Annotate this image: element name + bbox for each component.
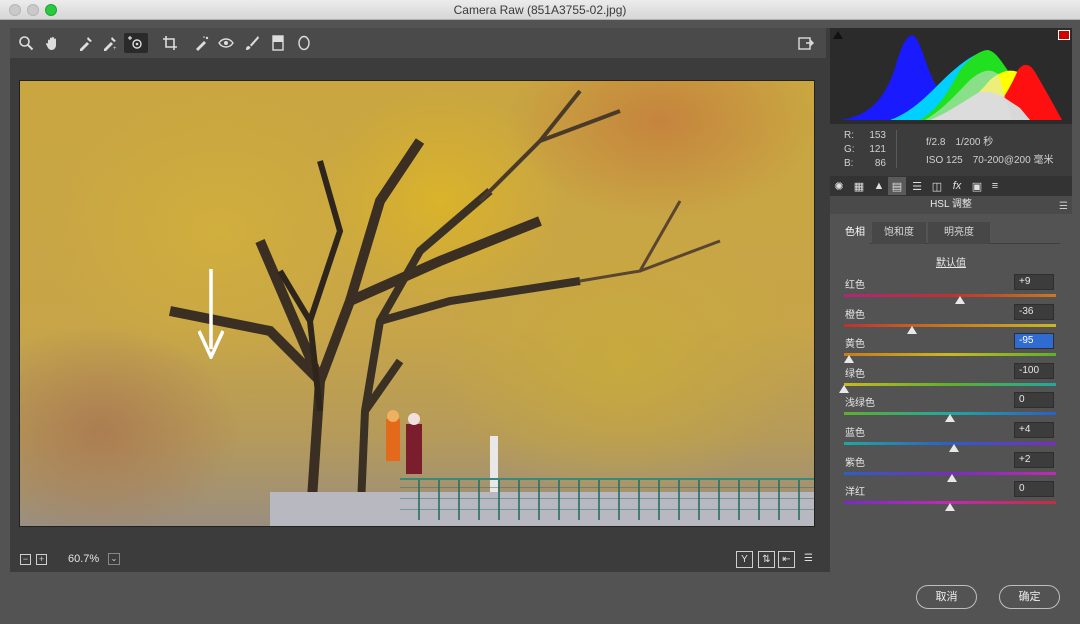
arrow-down-icon: [198, 269, 224, 359]
open-preferences-icon[interactable]: [796, 33, 816, 53]
toggle-settings-icon[interactable]: ☰: [800, 551, 817, 568]
shadow-clipping-warning-icon[interactable]: [833, 31, 843, 39]
zoom-level: 60.7%: [68, 553, 100, 565]
slider-track[interactable]: [844, 382, 1056, 386]
shutter-speed: 1/200 秒: [955, 137, 994, 148]
radial-filter-tool-icon[interactable]: [294, 33, 314, 53]
slider-thumb[interactable]: [945, 414, 955, 423]
title-bar: Camera Raw (851A3755-02.jpg): [0, 0, 1080, 20]
slider-thumb[interactable]: [839, 384, 849, 393]
slider-label: 浅绿色: [845, 398, 875, 410]
slider-value-field[interactable]: -95: [1014, 333, 1054, 350]
slider-thumb[interactable]: [906, 325, 917, 334]
slider-track[interactable]: [844, 323, 1056, 327]
slider-track[interactable]: [844, 294, 1056, 297]
swap-settings-icon[interactable]: ⇅: [758, 551, 775, 568]
panel-tabs: ✺ ▦ ▲ ▤ ☰ ◫ fx ▣ ≡: [830, 176, 1072, 196]
tab-saturation[interactable]: 饱和度: [872, 222, 926, 244]
copy-settings-icon[interactable]: ⇤: [778, 551, 795, 568]
rgb-camera-info: R: 153 G: 121 B: 86 f/2.8 1/200 秒 ISO 125 70-…: [830, 124, 1072, 174]
slider-thumb[interactable]: [949, 444, 960, 452]
slider-value-field[interactable]: -36: [1014, 303, 1054, 320]
tree-silhouettes: [169, 89, 721, 526]
slider-value-field[interactable]: 0: [1014, 392, 1054, 409]
iso: ISO 125: [926, 155, 963, 166]
highlight-clipping-warning-icon[interactable]: [1058, 30, 1070, 40]
status-bar: − + 60.7% ⌄ Y ⇅ ⇤ ☰: [10, 548, 826, 572]
g-value: 121: [869, 144, 886, 155]
white-balance-tool-icon[interactable]: [76, 33, 96, 53]
spot-removal-tool-icon[interactable]: [192, 33, 212, 53]
basic-panel-icon[interactable]: ✺: [830, 177, 848, 195]
slider-value-field[interactable]: +9: [1014, 274, 1054, 290]
histogram: [830, 28, 1072, 124]
split-toning-panel-icon[interactable]: ☰: [908, 177, 926, 195]
tone-curve-panel-icon[interactable]: ▦: [850, 177, 868, 195]
g-label: G:: [844, 144, 855, 155]
histogram-plot: [840, 35, 1062, 121]
hsl-panel-icon[interactable]: ▤: [888, 177, 906, 195]
slider-thumb[interactable]: [954, 296, 965, 304]
presets-panel-icon[interactable]: ≡: [986, 177, 1004, 195]
divider: [896, 130, 897, 168]
slider-label: 橙色: [845, 309, 865, 321]
slider-label: 紫色: [845, 457, 865, 469]
b-value: 86: [874, 158, 886, 169]
lens-corrections-panel-icon[interactable]: ◫: [928, 177, 946, 195]
panel-title-text: HSL 调整: [930, 199, 972, 210]
slider-thumb[interactable]: [945, 503, 955, 512]
camera-calibration-panel-icon[interactable]: ▣: [968, 177, 986, 195]
hsl-panel: 色相 饱和度 明亮度 默认值 红色 +9 橙色 -36 黄色 -95 绿色 -100 浅绿色 0 蓝…: [830, 214, 1072, 572]
effects-panel-icon[interactable]: fx: [948, 177, 966, 195]
color-sampler-tool-icon[interactable]: +: [100, 33, 120, 53]
slider-value-field[interactable]: +2: [1014, 451, 1054, 468]
tab-luminance[interactable]: 明亮度: [928, 222, 990, 244]
red-eye-tool-icon[interactable]: [216, 33, 236, 53]
crop-tool-icon[interactable]: [160, 33, 180, 53]
r-value: 153: [869, 130, 886, 141]
aperture: f/2.8: [926, 137, 946, 148]
zoom-tool-icon[interactable]: [16, 33, 36, 53]
svg-text:+: +: [113, 46, 117, 51]
r-label: R:: [844, 130, 854, 141]
targeted-adjustment-tool-icon[interactable]: [124, 33, 148, 53]
slider-label: 红色: [845, 280, 865, 291]
default-link[interactable]: 默认值: [830, 254, 1072, 269]
ok-button[interactable]: 确定: [999, 585, 1060, 609]
slider-value-field[interactable]: +4: [1014, 422, 1054, 438]
hand-tool-icon[interactable]: [42, 33, 62, 53]
detail-panel-icon[interactable]: ▲: [870, 177, 888, 195]
slider-track[interactable]: [844, 353, 1056, 357]
slider-label: 绿色: [845, 368, 865, 380]
slider-label: 黄色: [845, 339, 865, 351]
tab-hue[interactable]: 色相: [840, 222, 870, 244]
fence: [400, 478, 814, 520]
window-title: Camera Raw (851A3755-02.jpg): [453, 3, 627, 17]
hsl-subtabs: 色相 饱和度 明亮度: [840, 222, 1060, 244]
zoom-dropdown-chevron-icon[interactable]: ⌄: [108, 553, 120, 565]
slider-value-field[interactable]: -100: [1014, 362, 1054, 379]
panel-title: HSL 调整 ☰: [830, 196, 1072, 214]
slider-thumb[interactable]: [844, 355, 855, 364]
zoom-in-button[interactable]: +: [36, 554, 47, 565]
preview-image[interactable]: [19, 80, 815, 527]
before-after-view-icon[interactable]: Y: [736, 551, 753, 568]
slider-thumb[interactable]: [947, 473, 958, 482]
slider-value-field[interactable]: 0: [1014, 481, 1054, 498]
slider-label: 蓝色: [845, 428, 865, 439]
b-label: B:: [844, 158, 854, 169]
slider-label: 洋红: [845, 487, 865, 499]
zoom-out-button[interactable]: −: [20, 554, 31, 565]
cancel-button[interactable]: 取消: [916, 585, 977, 609]
focal-length: 70-200@200 毫米: [972, 155, 1054, 166]
graduated-filter-tool-icon[interactable]: [268, 33, 288, 53]
toolbar: +: [10, 28, 826, 58]
adjustment-brush-tool-icon[interactable]: [242, 33, 262, 53]
